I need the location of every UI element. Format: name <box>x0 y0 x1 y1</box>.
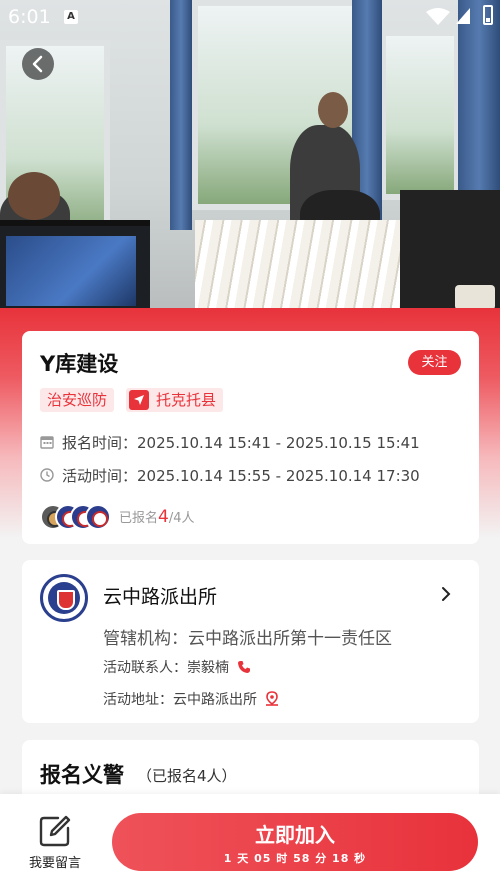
status-time: 6:01 <box>8 6 51 28</box>
signal-icon <box>456 8 470 24</box>
avatar <box>85 504 111 530</box>
activity-title: Y库建设 <box>40 352 119 376</box>
signed-avatars[interactable] <box>40 504 120 530</box>
navigation-icon <box>129 390 149 410</box>
join-now-button[interactable]: 立即加入 1 天 05 时 58 分 18 秒 <box>112 813 478 871</box>
signed-prefix: 已报名 <box>119 511 159 526</box>
follow-button[interactable]: 关注 <box>408 350 461 375</box>
calendar-icon <box>40 436 54 449</box>
leave-message-button[interactable]: 我要留言 <box>20 814 90 874</box>
category-tag: 治安巡防 <box>40 388 115 412</box>
hero-photo <box>0 0 500 310</box>
location-label: 托克托县 <box>156 391 217 409</box>
location-tag[interactable]: 托克托县 <box>126 388 224 412</box>
phone-icon[interactable] <box>237 660 251 674</box>
signed-number: 4 <box>158 507 169 527</box>
signup-time-value: 2025.10.14 15:41 - 2025.10.15 15:41 <box>137 434 420 452</box>
status-bar: 6:01 A <box>0 0 500 34</box>
organization-card[interactable]: 云中路派出所 管辖机构：云中路派出所第十一责任区 活动联系人：崇毅楠 活动地址：… <box>22 560 479 723</box>
location-pin-icon[interactable] <box>265 691 279 706</box>
clock-icon <box>40 468 54 482</box>
jurisdiction-label: 管辖机构： <box>103 629 188 649</box>
battery-icon <box>483 5 493 25</box>
wifi-icon <box>426 8 450 25</box>
bottom-action-bar: 我要留言 立即加入 1 天 05 时 58 分 18 秒 <box>0 794 500 890</box>
police-badge-icon <box>40 574 88 622</box>
signup-time-label: 报名时间： <box>62 434 138 452</box>
activity-time-row: 活动时间：2025.10.14 15:55 - 2025.10.14 17:30 <box>40 465 420 486</box>
signup-time-row: 报名时间：2025.10.14 15:41 - 2025.10.15 15:41 <box>40 432 420 453</box>
join-label: 立即加入 <box>255 823 335 847</box>
notification-icon: A <box>64 10 78 24</box>
address-row[interactable]: 活动地址：云中路派出所 <box>103 689 279 709</box>
jurisdiction-value: 云中路派出所第十一责任区 <box>188 629 392 649</box>
organization-name: 云中路派出所 <box>103 586 218 608</box>
signed-count: 已报名4/4人 <box>119 507 195 527</box>
jurisdiction-row: 管辖机构：云中路派出所第十一责任区 <box>103 624 392 649</box>
activity-time-label: 活动时间： <box>62 467 138 485</box>
leave-message-label: 我要留言 <box>28 856 81 871</box>
address-label: 活动地址： <box>103 692 173 708</box>
activity-card: Y库建设 关注 治安巡防 托克托县 报名时间：2025.10.14 15:41 … <box>22 331 479 544</box>
activity-time-value: 2025.10.14 15:55 - 2025.10.14 17:30 <box>137 467 420 485</box>
signed-total: /4人 <box>168 511 195 526</box>
chevron-left-icon <box>32 55 43 73</box>
contact-value: 崇毅楠 <box>187 660 229 676</box>
edit-icon <box>39 815 71 847</box>
chevron-right-icon <box>442 587 451 601</box>
back-button[interactable] <box>22 48 54 80</box>
volunteers-count: （已报名4人） <box>137 767 237 785</box>
countdown-timer: 1 天 05 时 58 分 18 秒 <box>223 852 367 865</box>
address-value: 云中路派出所 <box>173 692 257 708</box>
contact-label: 活动联系人： <box>103 660 187 676</box>
contact-row[interactable]: 活动联系人：崇毅楠 <box>103 657 251 677</box>
volunteers-title: 报名义警 <box>40 763 124 787</box>
